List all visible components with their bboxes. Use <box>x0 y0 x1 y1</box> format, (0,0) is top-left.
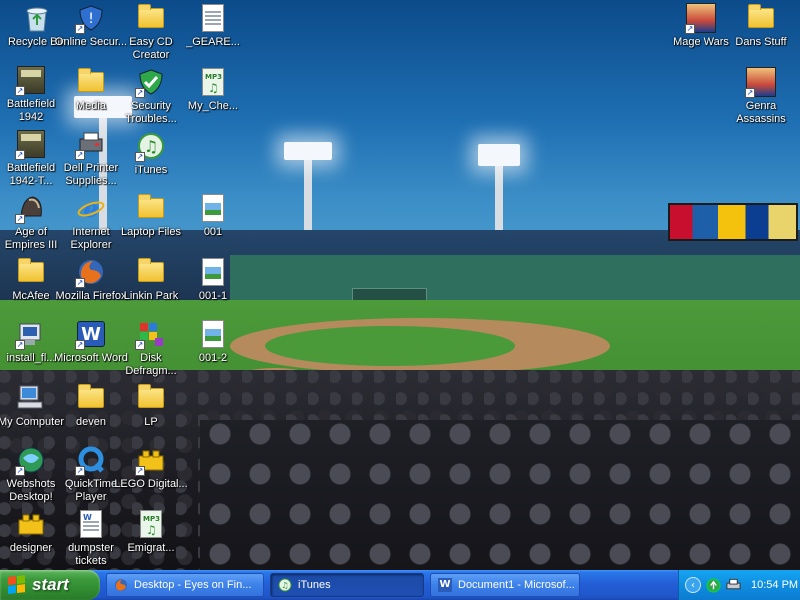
printer-icon: ↗ <box>75 128 107 160</box>
itunes-icon: ♫ ↗ <box>135 130 167 162</box>
firefox-icon: ↗ <box>75 256 107 288</box>
quicktime-icon: ↗ <box>75 444 107 476</box>
icon-label: 001-1 <box>198 290 228 302</box>
desktop-icon-001[interactable]: 001 <box>176 192 250 252</box>
mp3-file-icon: MP3 ♫ <box>135 508 167 540</box>
folder-icon <box>15 256 47 288</box>
wallpaper-outfield-wall <box>230 255 800 305</box>
desktop-icon-001-1[interactable]: 001-1 <box>176 256 250 316</box>
printer-icon[interactable] <box>725 577 741 593</box>
webshots-icon: ↗ <box>15 444 47 476</box>
image-file-icon <box>197 256 229 288</box>
security-check-icon: ↗ <box>135 66 167 98</box>
word-icon: W <box>438 578 452 592</box>
my-computer-icon <box>15 382 47 414</box>
taskbar-button-firefox[interactable]: Desktop - Eyes on Fin... <box>106 573 264 597</box>
desktop-icon-geare[interactable]: _GEARE... <box>176 2 250 62</box>
icon-label: Emigrat... <box>127 542 175 554</box>
desktop-icon-itunes[interactable]: ♫ ↗ iTunes <box>114 130 188 190</box>
security-shield-icon: ! ↗ <box>75 2 107 34</box>
word-icon: W ↗ <box>75 318 107 350</box>
desktop-icon-genra-assassins[interactable]: ↗ Genra Assassins <box>724 66 798 126</box>
desktop-icon-lego-digital[interactable]: ↗ LEGO Digital... <box>114 444 188 504</box>
lego-brick-icon <box>15 508 47 540</box>
icon-label: 001-2 <box>198 352 228 364</box>
wallpaper-infield-grass <box>265 326 515 366</box>
taskbar-button-itunes[interactable]: ♫ iTunes <box>270 573 424 597</box>
recycle-bin-icon <box>21 2 53 34</box>
svg-text:♫: ♫ <box>281 581 288 590</box>
network-icon[interactable] <box>705 577 721 593</box>
mp3-file-icon: MP3 ♫ <box>197 66 229 98</box>
svg-text:e: e <box>83 194 98 222</box>
word-document-icon: W <box>75 508 107 540</box>
image-file-icon <box>197 318 229 350</box>
internet-explorer-icon: e <box>75 192 107 224</box>
installer-icon: ↗ <box>15 318 47 350</box>
svg-text:♫: ♫ <box>144 137 158 156</box>
taskbar: start Desktop - Eyes on Fin... ♫ iTunes … <box>0 570 800 600</box>
icon-label: iTunes <box>134 164 168 176</box>
desktop-icon-lp[interactable]: LP <box>114 382 188 442</box>
folder-icon <box>75 382 107 414</box>
start-label: start <box>32 575 69 594</box>
expand-tray-icon[interactable]: ‹ <box>685 577 701 593</box>
icon-label: LP <box>144 416 158 428</box>
clock[interactable]: 10:54 PM <box>751 579 798 591</box>
desktop-icon-dans-stuff[interactable]: Dans Stuff <box>724 2 798 62</box>
icon-label: My_Che... <box>187 100 239 112</box>
svg-text:!: ! <box>88 11 94 27</box>
wallpaper-crowd-front <box>200 420 800 570</box>
folder-icon <box>135 2 167 34</box>
lego-icon: ↗ <box>135 444 167 476</box>
folder-icon <box>135 382 167 414</box>
stadium-light <box>284 142 332 160</box>
game-helmet-icon: ↗ <box>15 192 47 224</box>
folder-icon <box>135 192 167 224</box>
defrag-icon: ↗ <box>135 318 167 350</box>
desktop-icon-my-che[interactable]: MP3 ♫ My_Che... <box>176 66 250 126</box>
folder-icon <box>745 2 777 34</box>
game-avatar-icon: ↗ <box>685 2 717 34</box>
game-icon: ↗ <box>15 128 47 160</box>
itunes-icon: ♫ <box>277 577 293 593</box>
folder-icon <box>135 256 167 288</box>
wallpaper-billboard <box>668 203 798 241</box>
start-button[interactable]: start <box>0 570 100 600</box>
taskbar-button-word[interactable]: W Document1 - Microsof... <box>430 573 580 597</box>
desktop-icon-emigrate[interactable]: MP3 ♫ Emigrat... <box>114 508 188 568</box>
icon-label: Dans Stuff <box>735 36 787 48</box>
desktop-icon-001-2[interactable]: 001-2 <box>176 318 250 378</box>
taskbar-button-label: Desktop - Eyes on Fin... <box>134 579 252 591</box>
icon-label: 001 <box>203 226 223 238</box>
game-icon: ↗ <box>15 64 47 96</box>
icon-label: LEGO Digital... <box>114 478 188 490</box>
folder-icon <box>75 66 107 98</box>
game-avatar-icon: ↗ <box>745 66 777 98</box>
image-file-icon <box>197 192 229 224</box>
taskbar-button-label: Document1 - Microsof... <box>458 579 575 591</box>
firefox-icon <box>113 577 129 593</box>
icon-label: _GEARE... <box>186 36 240 48</box>
system-tray: ‹ 10:54 PM <box>678 570 800 600</box>
windows-logo-icon <box>8 575 26 595</box>
taskbar-button-label: iTunes <box>298 579 331 591</box>
icon-label: Genra Assassins <box>736 100 786 125</box>
text-document-icon <box>197 2 229 34</box>
stadium-light <box>478 144 520 166</box>
